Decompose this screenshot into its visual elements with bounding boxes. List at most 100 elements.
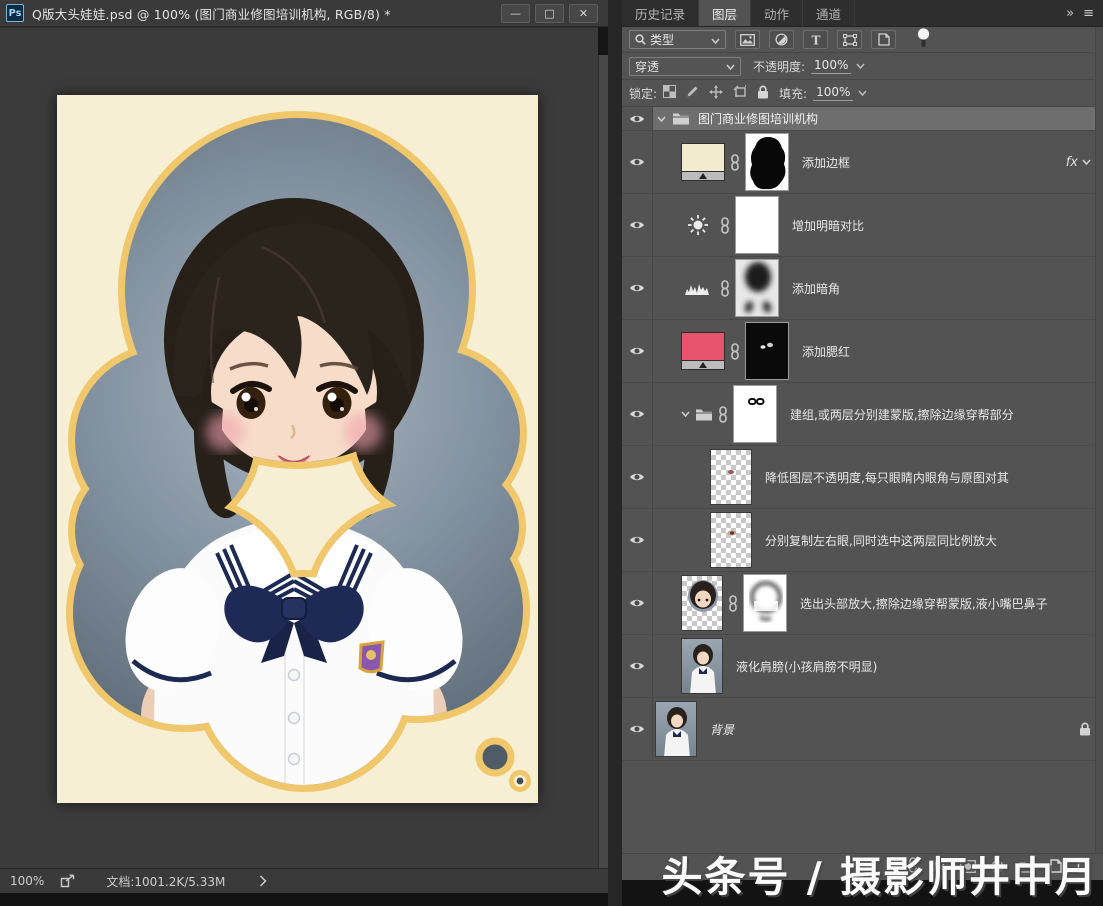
visibility-toggle[interactable] (622, 446, 653, 508)
layer-thumbnail[interactable] (681, 575, 723, 631)
adjustment-layer-icon[interactable] (681, 214, 715, 236)
layer-row[interactable]: 背景 (622, 698, 1103, 761)
filter-pin-toggle[interactable] (917, 27, 930, 52)
lock-all-icon[interactable] (757, 85, 769, 102)
status-expander-icon[interactable] (259, 875, 267, 887)
layer-name[interactable]: 增加明暗对比 (792, 217, 864, 234)
search-icon (635, 34, 646, 45)
layer-row[interactable]: 添加腮红 (622, 320, 1103, 383)
layer-name[interactable]: 降低图层不透明度,每只眼睛内眼角与原图对其 (765, 469, 1009, 486)
layer-mask-thumbnail[interactable] (735, 259, 779, 317)
layer-mask-thumbnail[interactable] (733, 385, 777, 443)
layer-row[interactable]: 添加暗角 (622, 257, 1103, 320)
canvas-vertical-scrollbar[interactable] (598, 55, 608, 896)
opacity-field[interactable]: 100% (811, 58, 865, 74)
layer-name[interactable]: 添加边框 (802, 154, 850, 171)
panel-menu-icon[interactable]: ≡ (1083, 6, 1094, 21)
layer-name[interactable]: 分别复制左右眼,同时选中这两层同比例放大 (765, 532, 997, 549)
tab-history[interactable]: 历史记录 (622, 0, 700, 26)
layer-mask-thumbnail[interactable] (735, 196, 779, 254)
layer-mask-thumbnail[interactable] (745, 322, 789, 380)
adjustment-layer-icon[interactable] (681, 282, 715, 295)
filter-type-dropdown[interactable]: 类型 (629, 30, 726, 49)
chevron-down-icon (681, 411, 690, 417)
tab-actions[interactable]: 动作 (751, 0, 804, 26)
layer-name[interactable]: 添加暗角 (792, 280, 840, 297)
photoshop-app: Ps Q版大头娃娃.psd @ 100% (图门商业修图培训机构, RGB/8)… (0, 0, 1103, 906)
lock-row: 锁定: 填充: 100% (622, 80, 1103, 107)
layer-effects-badge[interactable]: fx (1066, 131, 1091, 193)
tab-layers[interactable]: 图层 (699, 0, 752, 26)
layer-mask-thumbnail[interactable] (745, 133, 789, 191)
filter-adjustment-icon[interactable] (769, 30, 794, 49)
visibility-toggle[interactable] (622, 509, 653, 571)
expand-collapse-icon[interactable] (681, 411, 690, 417)
lock-artboard-icon[interactable] (733, 85, 747, 101)
zoom-level[interactable]: 100% (10, 874, 44, 888)
group-header-row[interactable]: 图门商业修图培训机构 (622, 107, 1103, 131)
layer-name[interactable]: 建组,或两层分别建蒙版,擦除边缘穿帮部分 (790, 406, 1014, 423)
lock-transparency-icon[interactable] (663, 85, 677, 101)
lock-paint-icon[interactable] (686, 85, 699, 102)
fill-value[interactable]: 100% (813, 85, 854, 101)
titlebar[interactable]: Ps Q版大头娃娃.psd @ 100% (图门商业修图培训机构, RGB/8)… (0, 0, 608, 27)
group-header-main[interactable]: 图门商业修图培训机构 (653, 107, 1103, 130)
eye-icon (630, 221, 644, 229)
minimize-button[interactable]: — (501, 3, 530, 23)
opacity-value[interactable]: 100% (811, 58, 852, 74)
close-button[interactable]: ✕ (569, 3, 598, 23)
visibility-toggle[interactable] (622, 320, 653, 382)
layer-name[interactable]: 选出头部放大,擦除边缘穿帮蒙版,液小嘴巴鼻子 (800, 595, 1048, 612)
filter-shape-icon[interactable] (837, 30, 862, 49)
document-window: Ps Q版大头娃娃.psd @ 100% (图门商业修图培训机构, RGB/8)… (0, 0, 608, 906)
layer-thumbnail[interactable] (655, 701, 697, 757)
layer-filter-row: 类型 T (622, 27, 1103, 53)
layer-lock-badge (1079, 698, 1091, 760)
layer-thumbnail[interactable] (681, 638, 723, 694)
export-icon[interactable] (60, 874, 76, 888)
panel-scrollbar[interactable] (1095, 27, 1103, 853)
bubble-tail (475, 737, 531, 792)
visibility-toggle[interactable] (622, 107, 653, 130)
canvas-area[interactable] (0, 27, 608, 896)
layer-thumbnail[interactable] (710, 512, 752, 568)
eye-icon (630, 599, 644, 607)
expand-collapse-icon[interactable] (657, 116, 666, 122)
layer-row[interactable]: 添加边框 fx (622, 131, 1103, 194)
photoshop-logo: Ps (6, 4, 24, 22)
layer-row[interactable]: 降低图层不透明度,每只眼睛内眼角与原图对其 (622, 446, 1103, 509)
layer-row[interactable]: 建组,或两层分别建蒙版,擦除边缘穿帮部分 (622, 383, 1103, 446)
visibility-toggle[interactable] (622, 698, 653, 760)
layer-row[interactable]: 分别复制左右眼,同时选中这两层同比例放大 (622, 509, 1103, 572)
fill-layer-thumbnail[interactable] (681, 143, 725, 181)
fill-field[interactable]: 100% (813, 85, 867, 101)
filter-type-icon[interactable]: T (803, 30, 828, 49)
layer-row[interactable]: 选出头部放大,擦除边缘穿帮蒙版,液小嘴巴鼻子 (622, 572, 1103, 635)
visibility-toggle[interactable] (622, 572, 653, 634)
filter-smart-object-icon[interactable] (871, 30, 896, 49)
eye-icon (630, 410, 644, 418)
eye-icon (630, 473, 644, 481)
blend-mode-row: 穿透 不透明度: 100% (622, 53, 1103, 80)
visibility-toggle[interactable] (622, 131, 653, 193)
layer-name[interactable]: 添加腮红 (802, 343, 850, 360)
layer-thumbnail[interactable] (710, 449, 752, 505)
collapse-panels-icon[interactable]: » (1066, 6, 1074, 21)
maximize-button[interactable]: □ (535, 3, 564, 23)
layer-row[interactable]: 液化肩膀(小孩肩膀不明显) (622, 635, 1103, 698)
visibility-toggle[interactable] (622, 383, 653, 445)
artboard[interactable] (57, 95, 538, 803)
tab-channels[interactable]: 通道 (803, 0, 856, 26)
fill-layer-thumbnail[interactable] (681, 332, 725, 370)
blend-mode-value: 穿透 (635, 59, 660, 74)
visibility-toggle[interactable] (622, 194, 653, 256)
filter-image-icon[interactable] (735, 30, 760, 49)
blend-mode-dropdown[interactable]: 穿透 (629, 56, 741, 76)
visibility-toggle[interactable] (622, 635, 653, 697)
layer-row[interactable]: 增加明暗对比 (622, 194, 1103, 257)
layer-mask-thumbnail[interactable] (743, 574, 787, 632)
lock-move-icon[interactable] (709, 84, 724, 102)
layer-name[interactable]: 背景 (710, 721, 734, 738)
layer-name[interactable]: 液化肩膀(小孩肩膀不明显) (736, 658, 877, 675)
visibility-toggle[interactable] (622, 257, 653, 319)
